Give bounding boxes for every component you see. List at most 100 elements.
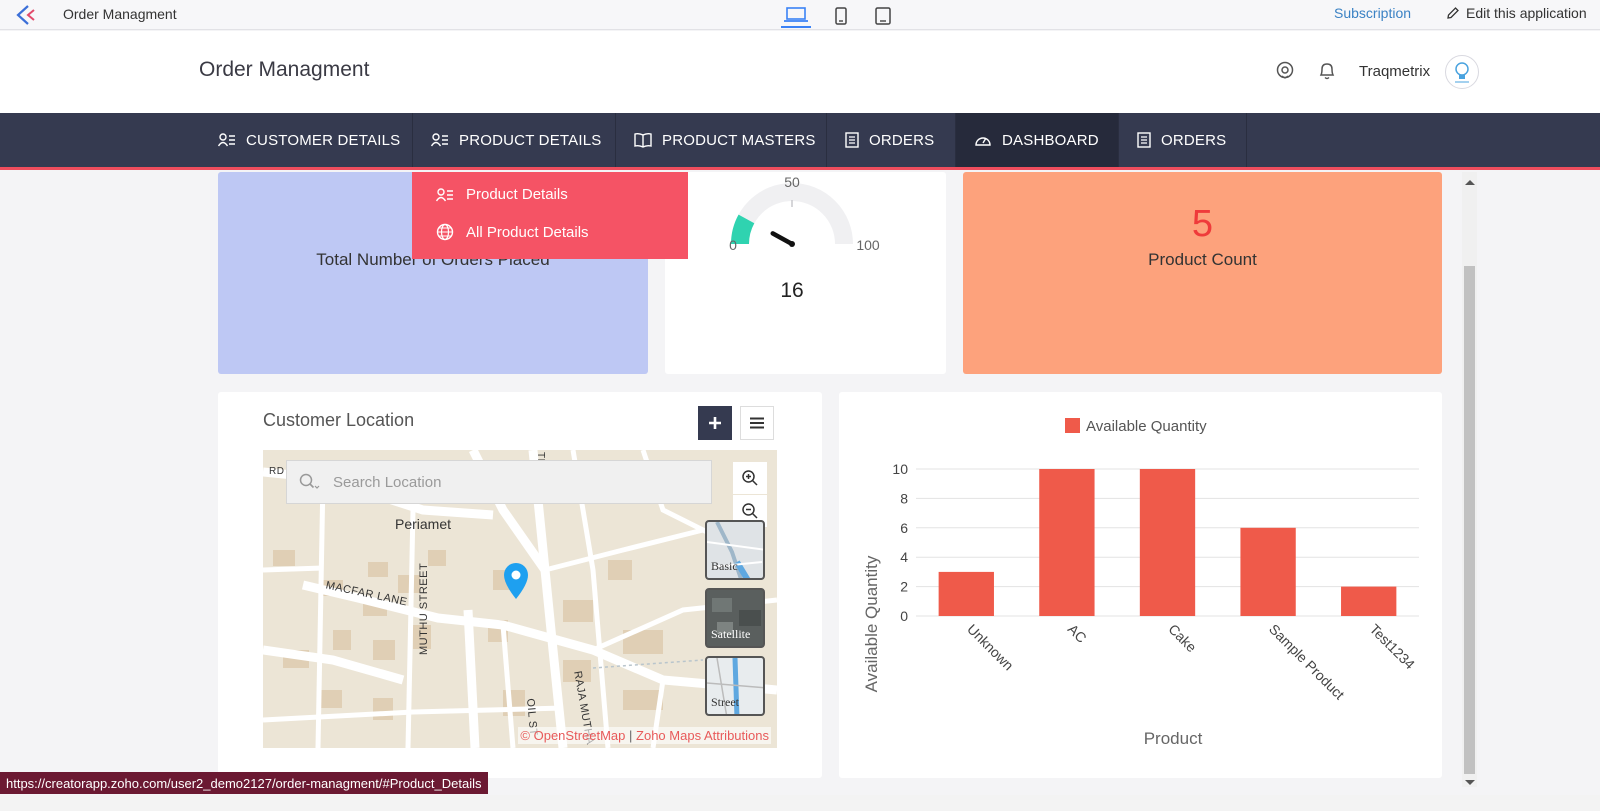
layer-satellite[interactable]: Satellite [705, 588, 765, 648]
menu-item-label: Product Details [466, 186, 568, 203]
nav-orders[interactable]: ORDERS [827, 113, 956, 167]
bar-sample-product[interactable] [1240, 527, 1296, 616]
osm-attribution-link[interactable]: © OpenStreetMap [520, 728, 625, 743]
zoom-in-button[interactable] [733, 462, 767, 494]
y-tick-label: 0 [900, 608, 908, 624]
user-list-icon [431, 133, 448, 147]
x-tick-label: AC [1065, 621, 1090, 646]
user-list-icon [218, 133, 235, 147]
nav-orders-2[interactable]: ORDERS [1119, 113, 1247, 167]
nav-label: ORDERS [869, 131, 935, 149]
y-tick-label: 10 [892, 461, 908, 477]
bar-test1234[interactable] [1341, 586, 1397, 616]
bar-unknown[interactable] [938, 571, 994, 616]
app-title: Order Managment [63, 6, 177, 22]
location-pin-icon[interactable] [503, 562, 529, 600]
gauge-min-label: 0 [729, 237, 737, 253]
y-tick-label: 4 [900, 549, 908, 565]
bar-cake[interactable] [1139, 469, 1196, 616]
nav-product-details[interactable]: PRODUCT DETAILS [413, 113, 616, 167]
map-search-box [286, 460, 712, 504]
legend-label: Available Quantity [1086, 418, 1207, 435]
product-count-label: Product Count [1148, 250, 1257, 269]
chart-legend[interactable]: Available Quantity [1065, 418, 1207, 435]
location-map[interactable]: Periamet MACFAR LANE MUTHU STREET RAJA M… [263, 450, 777, 748]
product-count-card: 5 Product Count [963, 172, 1442, 374]
product-details-dropdown: Product Details All Product Details [412, 172, 688, 259]
layer-basic[interactable]: Basic [705, 520, 765, 580]
menu-item-product-details[interactable]: Product Details [436, 186, 568, 203]
pencil-icon [1447, 7, 1459, 19]
hamburger-menu-icon [750, 417, 764, 429]
subscription-link[interactable]: Subscription [1334, 5, 1411, 21]
document-list-icon [845, 132, 859, 148]
attribution-separator: | [629, 728, 633, 743]
search-location-input[interactable] [333, 473, 693, 491]
map-label-periamet: Periamet [395, 516, 452, 532]
map-menu-button[interactable] [740, 406, 774, 440]
nav-customer-details[interactable]: CUSTOMER DETAILS [200, 113, 413, 167]
desktop-view-icon[interactable] [781, 4, 811, 28]
tablet-view-icon[interactable] [868, 4, 898, 28]
zoho-attribution-link[interactable]: Zoho Maps Attributions [636, 728, 769, 743]
nav-label: PRODUCT DETAILS [459, 131, 602, 149]
scroll-down-arrow-icon[interactable] [1465, 780, 1475, 785]
x-tick-label: Test1234 [1367, 621, 1419, 673]
globe-icon [436, 223, 454, 241]
gauge-mid-label: 50 [784, 174, 800, 190]
map-attribution: © OpenStreetMap | Zoho Maps Attributions [518, 727, 771, 744]
x-tick-label: Sample Product [1266, 621, 1348, 703]
menu-item-label: All Product Details [466, 223, 589, 241]
nav-label: ORDERS [1161, 131, 1227, 149]
customer-location-title: Customer Location [263, 410, 415, 430]
page-title: Order Managment [199, 58, 370, 81]
customer-location-card: Customer Location Periamet MACFAR LANE M… [218, 392, 822, 778]
user-name[interactable]: Traqmetrix [1359, 63, 1430, 80]
y-tick-label: 8 [900, 490, 908, 506]
speedometer-icon [975, 137, 991, 146]
menu-item-all-product-details[interactable]: All Product Details [436, 223, 589, 241]
y-tick-label: 6 [900, 520, 908, 536]
page-scrollbar[interactable] [1462, 172, 1477, 787]
document-list-icon [1137, 132, 1151, 148]
edit-application-label: Edit this application [1466, 5, 1587, 21]
gauge-max-label: 100 [856, 237, 880, 253]
nav-label: PRODUCT MASTERS [662, 131, 816, 149]
layer-satellite-label: Satellite [711, 627, 751, 641]
gauge-fill [731, 214, 755, 245]
avatar[interactable] [1445, 55, 1479, 89]
search-icon[interactable] [299, 473, 321, 491]
gauge-card: 50 0 100 16 [665, 172, 946, 374]
nav-label: CUSTOMER DETAILS [246, 131, 401, 149]
nav-dashboard[interactable]: DASHBOARD [956, 113, 1119, 167]
mobile-view-icon[interactable] [826, 4, 856, 28]
app-header: Order Managment Traqmetrix [0, 31, 1600, 113]
layer-street[interactable]: Street [705, 656, 765, 716]
bar-ac[interactable] [1039, 469, 1095, 616]
legend-swatch [1065, 418, 1080, 433]
plus-icon [709, 417, 721, 429]
y-tick-label: 2 [900, 579, 908, 595]
add-location-button[interactable] [698, 406, 732, 440]
nav-product-masters[interactable]: PRODUCT MASTERS [616, 113, 827, 167]
available-quantity-bar-chart: Available Quantity 0 2 4 6 8 10 Unknown AC Cake… [862, 418, 1419, 748]
gauge-chart: 50 0 100 16 [729, 174, 880, 302]
layer-basic-label: Basic [711, 559, 738, 573]
status-url: https://creatorapp.zoho.com/user2_demo21… [0, 772, 488, 794]
zoom-in-icon [742, 470, 758, 486]
top-bar: Order Managment Subscription Edit this a… [0, 0, 1600, 30]
nav-label: DASHBOARD [1002, 131, 1099, 149]
book-icon [634, 132, 652, 148]
edit-application-button[interactable]: Edit this application [1446, 5, 1587, 21]
map-label-rd: RD [269, 466, 285, 477]
zoom-out-icon [742, 503, 758, 519]
x-tick-label: Cake [1165, 621, 1200, 656]
map-label-muthu-street: MUTHU STREET [418, 562, 430, 655]
available-quantity-chart-card: Available Quantity 0 2 4 6 8 10 Unknown AC Cake… [839, 392, 1442, 778]
scroll-up-arrow-icon[interactable] [1465, 180, 1475, 185]
help-icon[interactable] [1275, 60, 1295, 85]
gauge-needle [770, 231, 795, 247]
app-logo-icon[interactable] [14, 4, 38, 26]
scrollbar-thumb[interactable] [1464, 266, 1475, 774]
notification-bell-icon[interactable] [1318, 61, 1336, 86]
